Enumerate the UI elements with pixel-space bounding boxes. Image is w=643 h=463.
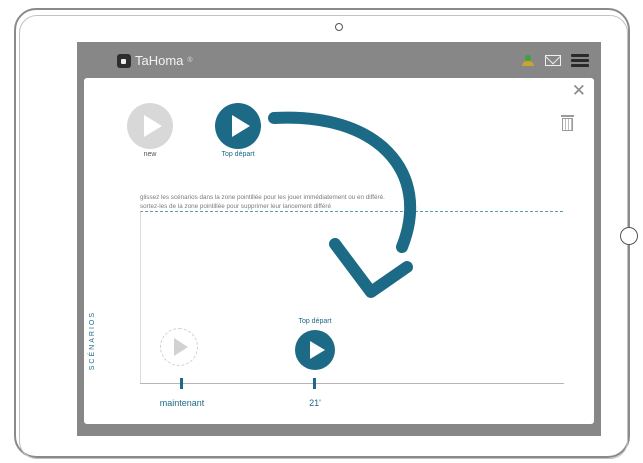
section-label: SCÉNARIOS [89,311,96,371]
close-icon[interactable]: ✕ [572,82,586,99]
scenario-new-button[interactable] [127,103,173,149]
house-icon [117,53,131,68]
app-name: TaHoma [135,53,184,68]
scenario-top-depart-label: Top départ [221,151,255,158]
scenario-new-label: new [143,151,157,158]
scenario-panel: ✕ new Top départ glissez les scénarios d… [84,78,594,424]
scheduled-scenario-label: Top départ [298,318,332,325]
top-icons [521,54,589,67]
scheduled-time-label: 21' [309,398,321,408]
app-logo: TaHoma ® [117,53,193,68]
timeline-now-label: maintenant [159,398,205,408]
home-button[interactable] [620,227,638,245]
timeline-tick-now [180,378,183,389]
menu-icon[interactable] [571,54,589,67]
play-icon [144,115,162,137]
app-screen: TaHoma ® ✕ new Top départ glissez les scé… [77,42,601,436]
play-icon [232,115,250,137]
scenario-top-depart-button[interactable] [215,103,261,149]
timeline-tick-scheduled [313,378,316,389]
timeline-axis [140,383,564,384]
mail-icon[interactable] [545,55,561,66]
camera-icon [335,23,343,31]
play-icon [310,341,325,359]
instructions: glissez les scénarios dans la zone point… [140,194,500,211]
trademark: ® [187,57,193,64]
top-bar: TaHoma ® [77,42,601,78]
play-icon [174,338,188,356]
scheduled-scenario-button[interactable] [295,330,335,370]
drop-zone[interactable] [140,211,563,383]
ghost-scenario-slot[interactable] [160,328,198,366]
instruction-line-2: sortez-les de la zone pointillée pour su… [140,202,331,210]
instruction-line-1: glissez les scénarios dans la zone point… [140,194,385,201]
user-icon[interactable] [521,54,535,67]
trash-icon[interactable] [561,115,574,131]
